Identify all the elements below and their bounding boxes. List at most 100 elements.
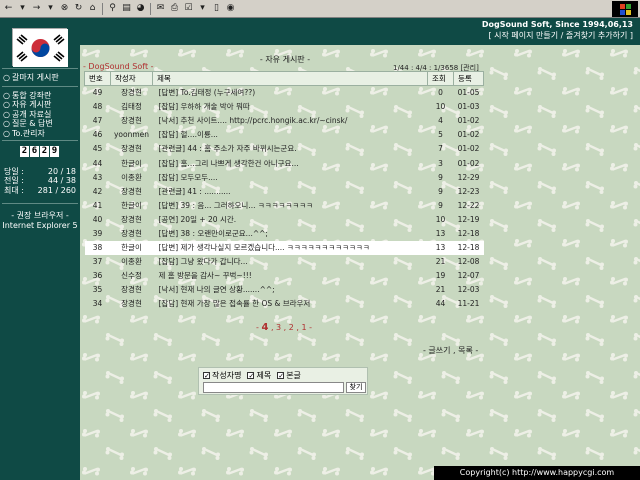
- forward-arrow-icon[interactable]: →: [30, 2, 43, 15]
- page-links[interactable]: , 3 , 2 , 1: [268, 323, 307, 332]
- cell-subject[interactable]: [답변] 제가 생각나실지 모르겠습니다.... ㅋㅋㅋㅋㅋㅋㅋㅋㅋㅋㅋㅋ: [152, 240, 428, 255]
- cell-subject[interactable]: [공연] 20일 + 20 시간.: [153, 212, 428, 226]
- sidebar-item-label: To.관리자: [11, 128, 45, 138]
- option-subject[interactable]: ✓ 제목: [247, 370, 271, 381]
- bullet-icon: ○: [3, 100, 10, 110]
- korean-flag-logo[interactable]: [12, 28, 68, 67]
- option-author[interactable]: ✓ 작성자명: [203, 370, 241, 381]
- cell-number: 38: [84, 240, 111, 255]
- search-icon[interactable]: ⚲: [106, 2, 119, 15]
- checkbox-checked-icon[interactable]: ✓: [247, 372, 255, 380]
- cell-author: 한글이: [121, 200, 142, 210]
- cell-subject[interactable]: [잡담] 모두모두....: [153, 170, 428, 184]
- cell-date: 01-02: [457, 158, 480, 168]
- dropdown-arrow-icon[interactable]: ▾: [16, 2, 29, 15]
- cell-subject[interactable]: [잡담] 홈...그리 나쁘게 생각한건 아니구요...: [153, 156, 428, 170]
- cell-subject[interactable]: [관련글] 41 : ...........: [153, 184, 428, 198]
- dropdown-arrow-icon[interactable]: ▾: [44, 2, 57, 15]
- stop-icon[interactable]: ⊗: [58, 2, 71, 15]
- table-row[interactable]: 38 한글이 [답변] 제가 생각나실지 모르겠습니다.... ㅋㅋㅋㅋㅋㅋㅋㅋㅋㅋ…: [84, 240, 484, 255]
- cell-subject[interactable]: [잡담] 우하하 개술 박아 뭐따: [153, 100, 428, 114]
- search-button[interactable]: 찾기: [346, 382, 366, 393]
- stat-label: 최대 :: [4, 185, 24, 195]
- recommended-browser: - 권장 브라우저 - Internet Explorer 5: [0, 211, 80, 230]
- cell-date: 12-07: [457, 271, 480, 281]
- messenger-icon[interactable]: ◉: [224, 2, 237, 15]
- cell-subject[interactable]: [관련글] 44 : 홈 주소가 자주 바뀌시는군요.: [153, 142, 428, 156]
- cell-subject[interactable]: [낙서] 현재 나의 글연 상황.......^^;: [153, 283, 428, 297]
- sidebar-item-main-board[interactable]: ○ 갈마지 게시판: [3, 73, 59, 82]
- col-header-number: 번호: [84, 71, 111, 86]
- mail-icon[interactable]: ✉: [154, 2, 167, 15]
- favorites-icon[interactable]: ▤: [120, 2, 133, 15]
- cell-number: 48: [92, 102, 103, 112]
- stat-row-yesterday: 전일 : 44 / 38: [4, 176, 76, 185]
- cell-subject[interactable]: [잡담] 헐....이룡...: [153, 128, 428, 142]
- sidebar-item-qna[interactable]: ○ 질문 & 답변: [3, 119, 53, 128]
- cell-date: 12-18: [453, 240, 484, 255]
- cell-number: 49: [92, 88, 103, 98]
- cell-views: 19: [435, 271, 446, 281]
- cell-date: 01-05: [457, 88, 480, 98]
- table-row[interactable]: 35 장경현 [낙서] 현재 나의 글연 상황.......^^; 21 12-03: [85, 283, 484, 297]
- cell-subject[interactable]: [답변] To.김태정 (누구세여??): [153, 86, 428, 100]
- refresh-icon[interactable]: ↻: [72, 2, 85, 15]
- table-row[interactable]: 44 한글이 [잡담] 홈...그리 나쁘게 생각한건 아니구요... 3 01-02: [85, 156, 484, 170]
- search-input[interactable]: [203, 382, 344, 393]
- history-icon[interactable]: ◕: [134, 2, 147, 15]
- cell-author: 김태정: [121, 102, 142, 112]
- browser-note-title: - 권장 브라우저 -: [11, 211, 69, 220]
- bullet-icon: ○: [3, 73, 10, 82]
- cell-subject[interactable]: 제 홈 방문을 감사~ 꾸벅~!!!: [153, 269, 428, 283]
- discuss-icon[interactable]: ▯: [210, 2, 223, 15]
- home-icon[interactable]: ⌂: [86, 2, 99, 15]
- site-links[interactable]: [ 시작 페이지 만들기 / 즐겨찾기 추가하기 ]: [80, 30, 634, 41]
- table-row[interactable]: 46 yoonmen [잡담] 헐....이룡... 5 01-02: [85, 128, 484, 142]
- sidebar-item-free-board[interactable]: ○ 자유 게시판: [3, 100, 53, 109]
- cell-views: 21: [435, 285, 446, 295]
- table-row[interactable]: 40 장경현 [공연] 20일 + 20 시간. 10 12-19: [85, 212, 484, 226]
- cell-views: 9: [438, 200, 443, 210]
- cell-subject[interactable]: [답변] 39 : 음... 그러하오니... ㅋㅋㅋㅋㅋㅋㅋㅋ: [153, 198, 428, 212]
- dropdown-arrow-icon[interactable]: ▾: [196, 2, 209, 15]
- sidebar-item-to-admin[interactable]: ○ To.관리자: [3, 129, 53, 138]
- table-row[interactable]: 43 이종환 [잡담] 모두모두.... 9 12-29: [85, 170, 484, 184]
- table-row[interactable]: 36 신수정 제 홈 방문을 감사~ 꾸벅~!!! 19 12-07: [85, 269, 484, 283]
- option-body[interactable]: ✓ 본글: [277, 370, 301, 381]
- stat-value: 281 / 260: [37, 185, 76, 195]
- search-panel: ✓ 작성자명 ✓ 제목 ✓ 본글 찾기: [198, 367, 368, 395]
- table-header: 번호 작성자 제목 조회 등록: [84, 71, 484, 86]
- table-row[interactable]: 39 장경현 [답변] 38 : 오랜만이로군요...^^; 13 12-18: [85, 226, 484, 240]
- cell-author: 장경현: [121, 228, 142, 238]
- table-row[interactable]: 48 김태정 [잡담] 우하하 개술 박아 뭐따 10 01-03: [85, 100, 484, 114]
- checkbox-checked-icon[interactable]: ✓: [277, 372, 285, 380]
- table-row[interactable]: 37 이종환 [잡담] 그냥 왔다가 갑니다... 21 12-08: [85, 255, 484, 269]
- table-row[interactable]: 34 장경현 [잡담] 현재 가장 많은 접속률 한 OS & 브라우저 44 11-2…: [85, 297, 484, 311]
- table-row[interactable]: 47 장경현 [낙서] 추천 사이트.... http://pcrc.hongik.…: [85, 114, 484, 128]
- copyright-banner[interactable]: Copyright(c) http://www.happycgi.com: [434, 466, 640, 480]
- cell-subject[interactable]: [답변] 38 : 오랜만이로군요...^^;: [153, 226, 428, 240]
- checkbox-checked-icon[interactable]: ✓: [203, 372, 210, 380]
- cell-number: 39: [92, 228, 103, 238]
- col-header-author: 작성자: [110, 71, 153, 86]
- cell-author: 이종환: [121, 257, 142, 267]
- write-list-links[interactable]: - 글쓰기 , 목록 -: [423, 345, 478, 356]
- board-area: - 자유 게시판 - - DogSound Soft - 1/44 : 4/4 …: [80, 45, 640, 480]
- cell-subject[interactable]: [잡담] 현재 가장 많은 접속률 한 OS & 브라우저: [153, 297, 428, 311]
- table-row[interactable]: 49 장경현 [답변] To.김태정 (누구세여??) 0 01-05: [85, 86, 484, 100]
- cell-subject[interactable]: [낙서] 추천 사이트.... http://pcrc.hongik.ac.kr…: [153, 114, 428, 128]
- back-arrow-icon[interactable]: ←: [2, 2, 15, 15]
- edit-icon[interactable]: ☑: [182, 2, 195, 15]
- col-header-subject: 제목: [152, 71, 428, 86]
- table-row[interactable]: 45 장경현 [관련글] 44 : 홈 주소가 자주 바뀌시는군요. 7 01-02: [85, 142, 484, 156]
- print-icon[interactable]: ⎙: [168, 2, 181, 15]
- cell-subject[interactable]: [잡담] 그냥 왔다가 갑니다...: [153, 255, 428, 269]
- sidebar-item-downloads[interactable]: ○ 공개 자료실: [3, 110, 53, 119]
- sidebar-item-lectures[interactable]: ○ 통합 강좌란: [3, 91, 53, 100]
- table-row[interactable]: 41 한글이 [답변] 39 : 음... 그러하오니... ㅋㅋㅋㅋㅋㅋㅋㅋ 9 12…: [85, 198, 484, 212]
- cell-views: 7: [438, 144, 443, 154]
- sidebar-item-label: 질문 & 답변: [11, 119, 53, 129]
- bullet-icon: ○: [3, 91, 10, 100]
- cell-number: 34: [92, 299, 103, 309]
- table-row[interactable]: 42 장경현 [관련글] 41 : ........... 9 12-23: [85, 184, 484, 198]
